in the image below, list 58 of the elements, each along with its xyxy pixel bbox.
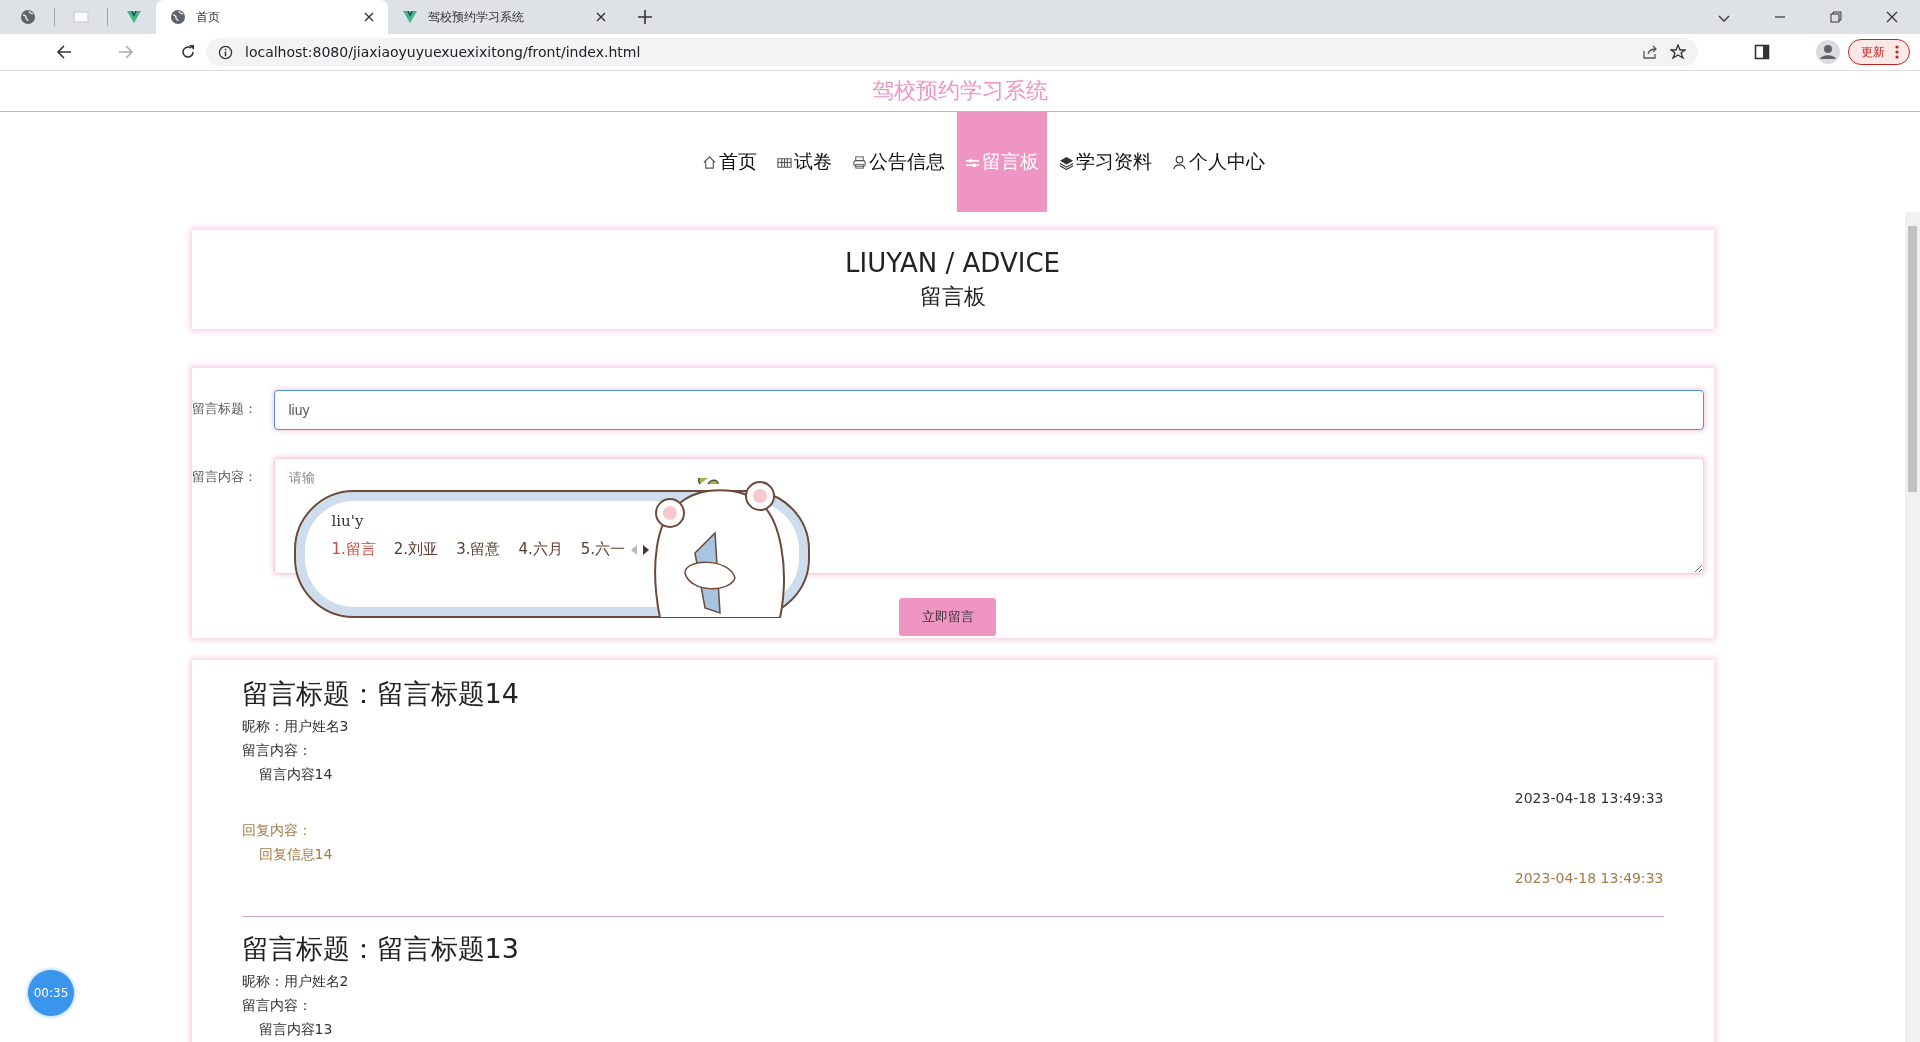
browser-tab[interactable]: 首页 [156, 0, 388, 34]
close-icon[interactable] [1886, 11, 1898, 23]
message-date: 2023-04-18 13:49:33 [1513, 789, 1664, 808]
v-logo-icon [402, 9, 418, 25]
nav-item[interactable]: 试卷 [768, 112, 840, 212]
update-button[interactable]: 更新 [1848, 39, 1910, 65]
field-label: 留言内容： [191, 468, 258, 486]
globe-icon[interactable] [20, 9, 36, 25]
close-icon[interactable] [596, 12, 606, 22]
content-label: 留言内容： [241, 996, 313, 1015]
restore-icon[interactable] [1830, 11, 1842, 23]
reply-date: 2023-04-18 13:49:33 [1513, 869, 1664, 888]
message-title: 留言标题：留言标题13 [241, 932, 520, 966]
close-icon[interactable] [364, 12, 374, 22]
person-icon [1171, 154, 1187, 170]
url-text: localhost:8080/jiaxiaoyuyuexuexixitong/front/index.html [245, 44, 641, 60]
star-icon[interactable] [1670, 44, 1686, 60]
nav-item[interactable]: 公告信息 [843, 112, 953, 212]
scrollbar[interactable] [1905, 212, 1920, 1042]
candidate-item[interactable]: 5.六一 [580, 540, 626, 559]
v-logo-icon[interactable] [126, 9, 142, 25]
layers-icon [1058, 154, 1074, 170]
site-title: 驾校预约学习系统 [872, 77, 1048, 105]
title-input[interactable]: liuy [273, 390, 1704, 430]
nav-item[interactable]: 个人中心 [1163, 112, 1273, 212]
share-icon[interactable] [1642, 44, 1658, 60]
home-icon [701, 154, 717, 170]
scrollbar-thumb[interactable] [1908, 226, 1917, 492]
chevron-down-icon[interactable] [1718, 15, 1730, 23]
composition-text: liu'y [331, 512, 365, 530]
nickname-text: 昵称：用户姓名3 [241, 717, 350, 736]
browser-tab[interactable]: 驾校预约学习系统 [388, 0, 620, 34]
field-label: 留言标题： [191, 400, 258, 418]
candidate-item[interactable]: 4.六月 [518, 540, 563, 559]
content-label: 留言内容： [241, 741, 313, 760]
nav-item[interactable]: 学习资料 [1050, 112, 1160, 212]
candidate-item[interactable]: 2.刘亚 [393, 540, 439, 559]
nickname-text: 昵称：用户姓名2 [241, 972, 350, 991]
info-icon [218, 44, 233, 60]
tab-title: 驾校预约学习系统 [428, 8, 525, 26]
reply-label: 回复内容： [241, 821, 313, 840]
new-tab-icon[interactable] [638, 10, 652, 24]
page-heading: LIUYAN / ADVICE [845, 247, 1060, 278]
message-title: 留言标题：留言标题14 [241, 677, 520, 711]
submit-button[interactable]: 立即留言 [899, 598, 996, 636]
globe-icon [170, 9, 186, 25]
candidate-item[interactable]: 1.留言 [331, 540, 376, 559]
nav-item[interactable]: 首页 [693, 112, 765, 212]
reply-content: 回复信息14 [257, 845, 334, 864]
candidate-item[interactable]: 3.留意 [456, 540, 501, 559]
message-content: 留言内容14 [257, 765, 334, 784]
next-icon[interactable] [643, 544, 650, 555]
message-content: 留言内容13 [257, 1020, 334, 1039]
printer-icon [851, 154, 867, 170]
more-icon [1895, 45, 1899, 59]
tab-title: 首页 [196, 8, 221, 26]
page-subheading: 留言板 [919, 282, 986, 311]
address-bar[interactable]: localhost:8080/jiaxiaoyuyuexuexixitong/front/index.html [206, 38, 1698, 66]
